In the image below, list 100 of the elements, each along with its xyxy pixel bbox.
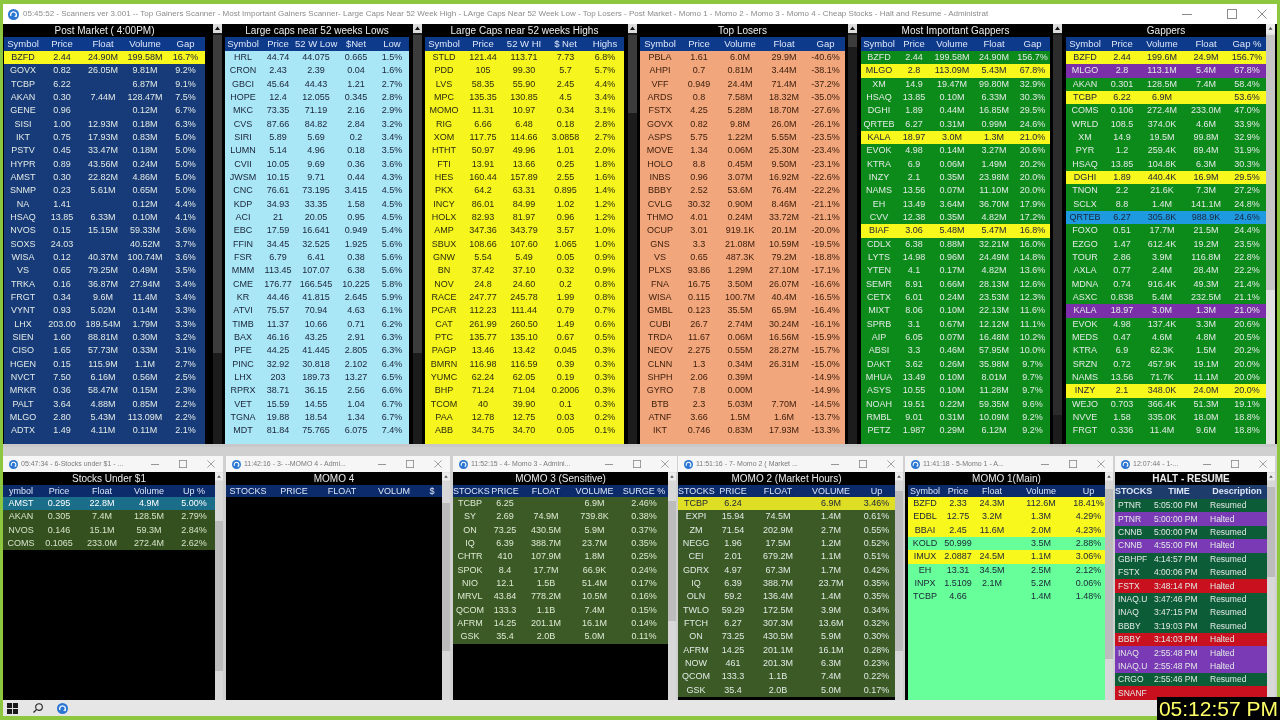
circle-arrow-icon[interactable] [57, 702, 68, 714]
table-cell-text: FSTX [1117, 566, 1141, 579]
table-row[interactable]: PTNR 5:05:00 PM Resumed [1115, 499, 1267, 513]
close-icon[interactable] [661, 460, 669, 468]
scrollbar-thumb[interactable] [213, 35, 222, 353]
table-row[interactable]: AMST 0.295 22.8M 4.9M 5.00% [3, 497, 215, 511]
table-row[interactable]: IMUX 2.0887 24.5M 1.1M 3.06% [908, 550, 1105, 564]
table-cell-text: 4.6M [1151, 330, 1173, 344]
scrollbar[interactable] [442, 472, 450, 700]
close-icon[interactable] [1097, 460, 1105, 468]
maximize-icon[interactable] [859, 460, 867, 468]
maximize-icon[interactable] [633, 460, 641, 468]
scrollbar[interactable] [213, 24, 222, 444]
circle-arrow-icon [9, 459, 18, 469]
table-row[interactable]: AKAN 0.305 7.4M 128.5M 2.79% [3, 510, 215, 524]
windows-logo-icon[interactable] [7, 702, 18, 714]
scrollbar-thumb[interactable] [1266, 35, 1275, 290]
minimize-icon[interactable] [1182, 13, 1192, 15]
table-row[interactable]: BIAF 3.06 5.48M 5.47M 16.8% [861, 224, 1050, 238]
minimize-icon[interactable] [378, 463, 386, 465]
scrollbar-thumb[interactable] [1105, 489, 1113, 659]
maximize-icon[interactable] [1231, 460, 1239, 468]
scrollbar-thumb[interactable] [668, 501, 676, 621]
table-row[interactable]: BZFD 2.33 24.3M 112.6M 18.41% [908, 497, 1105, 511]
table-row[interactable]: MLGO 2.8 113.09M 5.43M 67.8% [861, 64, 1050, 78]
table-row[interactable]: EXPI 15.94 74.5M 1.4M 0.61% [678, 510, 895, 524]
table-cell-text: 5.0M [820, 683, 842, 697]
scrollbar-thumb[interactable] [848, 35, 857, 47]
scrollbar[interactable] [1266, 24, 1275, 444]
scrollbar-thumb[interactable] [1267, 487, 1275, 577]
scrollbar[interactable] [1105, 472, 1113, 700]
table-row[interactable]: SY 2.69 74.9M 739.8K 0.38% [453, 510, 668, 524]
minimize-icon[interactable] [1041, 463, 1049, 465]
scrollbar-thumb[interactable] [442, 503, 450, 651]
table-cell-text: 9.2% [1021, 424, 1044, 438]
scrollbar[interactable] [668, 472, 676, 700]
scroll-up-icon[interactable] [1053, 24, 1062, 33]
scrollbar-thumb[interactable] [413, 35, 422, 353]
scroll-up-icon[interactable] [848, 24, 857, 33]
scrollbar[interactable] [215, 472, 223, 700]
scrollbar[interactable] [628, 24, 637, 444]
table-row[interactable]: CEI 2.01 679.2M 1.1M 0.51% [678, 550, 895, 564]
scrollbar[interactable] [1267, 472, 1275, 700]
table-cell-text: 44.25 [265, 344, 291, 358]
close-icon[interactable] [207, 460, 215, 468]
close-icon[interactable] [1257, 9, 1267, 19]
table-cell-text: 7.44M [89, 91, 117, 104]
table-row[interactable]: INAQ 2:55:48 PM Halted [1115, 646, 1267, 660]
minimize-icon[interactable] [831, 463, 839, 465]
column-header: 52 W Low [295, 37, 337, 51]
table-row[interactable]: INZY 2.1 348.0K 24.0M 20.0% [1066, 384, 1266, 398]
close-icon[interactable] [1259, 460, 1267, 468]
maximize-icon[interactable] [1227, 9, 1237, 19]
table-cell-text: 4.97 [723, 563, 743, 577]
table-row[interactable]: FSTX 3:48:14 PM Halted [1115, 579, 1267, 593]
table-cell-text: 45.64 [265, 77, 291, 91]
maximize-icon[interactable] [1069, 460, 1077, 468]
scroll-up-icon[interactable] [628, 24, 637, 33]
table-row[interactable]: MLGO 2.8 113.1M 5.4M 67.8% [1066, 64, 1266, 78]
table-row[interactable]: KALA 18.97 3.0M 1.3M 21.0% [1066, 304, 1266, 318]
table-row[interactable]: OLN 59.2 136.4M 1.4M 0.35% [678, 590, 895, 604]
close-icon[interactable] [434, 460, 442, 468]
maximize-icon[interactable] [179, 460, 187, 468]
table-row[interactable]: PTNR 5:00:00 PM Halted [1115, 512, 1267, 526]
table-row[interactable]: MRVL 43.84 778.2M 10.5M 0.16% [453, 590, 668, 604]
table-cell-text: 20.05 [303, 210, 329, 224]
table-row[interactable]: INAQ 3:47:15 PM Resumed [1115, 606, 1267, 620]
column-header: Price [902, 37, 926, 51]
table-cell-text: 1.41 [52, 197, 72, 211]
minimize-icon[interactable] [605, 463, 613, 465]
minimize-icon[interactable] [1203, 463, 1211, 465]
scroll-up-icon[interactable] [413, 24, 422, 33]
table-row[interactable]: BZFD 2.44 24.90M 199.58M 16.7% [4, 51, 205, 65]
table-row[interactable]: BZFD 2.44 199.6M 24.9M 156.7% [1066, 51, 1266, 65]
scrollbar[interactable] [895, 472, 903, 700]
table-cell-text: WISA [647, 290, 673, 304]
table-cell-text: 0.2 [348, 130, 364, 144]
scroll-up-icon[interactable] [213, 24, 222, 33]
scrollbar-thumb[interactable] [628, 35, 637, 113]
table-row[interactable]: ON 73.25 430.5M 5.9M 0.30% [678, 630, 895, 644]
scrollbar-thumb[interactable] [215, 521, 223, 671]
table-cell-text: 2:55:48 PM [1153, 660, 1199, 673]
maximize-icon[interactable] [406, 460, 414, 468]
scrollbar[interactable] [413, 24, 422, 444]
table-row[interactable]: TCBP 6.24 6.9M 3.46% [678, 497, 895, 511]
search-icon[interactable] [33, 703, 43, 713]
table-cell-text: 13.56 [901, 184, 927, 198]
table-row[interactable]: GSK 35.4 2.0B 5.0M 0.11% [453, 630, 668, 644]
minimize-icon[interactable] [151, 463, 159, 465]
table-row[interactable]: CRGO 2:55:46 PM Resumed [1115, 673, 1267, 687]
scrollbar[interactable] [848, 24, 857, 444]
table-cell-text: 26.07M [768, 277, 800, 291]
table-row[interactable]: TCBP 6.25 6.9M 2.46% [453, 497, 668, 511]
table-row[interactable]: QCOM 133.3 1.1B 7.4M 0.22% [678, 670, 895, 684]
table-cell-text: 22.13M [978, 304, 1010, 318]
close-icon[interactable] [887, 460, 895, 468]
scrollbar-thumb[interactable] [895, 491, 903, 651]
table-row[interactable]: EDBL 12.75 3.2M 1.3M 4.29% [908, 510, 1105, 524]
table-row[interactable]: CHTR 410 107.9M 1.8M 0.25% [453, 550, 668, 564]
table-row[interactable]: CNNB 4:55:00 PM Halted [1115, 539, 1267, 553]
